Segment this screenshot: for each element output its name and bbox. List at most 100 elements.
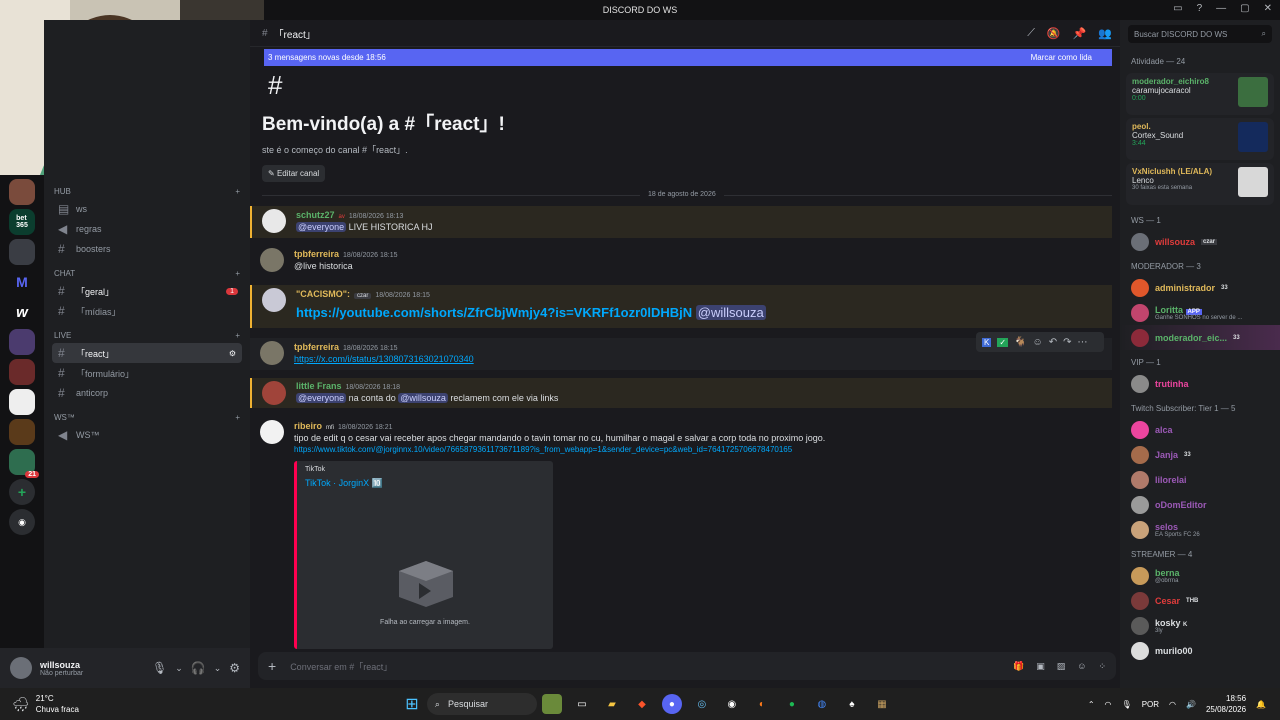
message-link[interactable]: https://youtube.com/shorts/ZfrCbjWmjy4?i… [296,305,692,320]
activity-card[interactable]: VxNiclushh (LE/ALA) Lenco 30 faixas esta… [1126,163,1274,205]
plus-icon[interactable]: + [235,413,240,422]
chevron-down-icon[interactable]: ⌄ [175,663,183,674]
member-item[interactable]: berna @obrrna [1120,563,1280,588]
server-icon[interactable]: 21 [9,449,39,478]
chevron-down-icon[interactable]: ⌄ [214,663,222,674]
clock[interactable]: 18:56 25/08/2026 [1206,693,1246,715]
channel-geral[interactable]: # 「geral」 1 [52,281,242,301]
activity-card[interactable]: moderador_eichiro8 caramujocaracol 0:00 [1126,73,1274,115]
reply-icon[interactable]: ↶ [1049,337,1057,348]
mention[interactable]: @everyone [296,222,347,232]
weather-widget[interactable]: 21°C Chuva fraca [36,693,79,715]
category-live[interactable]: LIVE + [44,327,250,343]
notifications-icon[interactable]: 🔔 [1256,700,1266,709]
brave-icon[interactable]: ◆ [632,694,652,714]
server-icon[interactable] [9,389,35,415]
reaction-k-icon[interactable]: K [982,337,992,347]
member-item[interactable]: Cesar THB [1120,588,1280,613]
plus-icon[interactable]: + [235,187,240,196]
plus-icon[interactable]: + [235,269,240,278]
headphones-icon[interactable]: 🎧 [191,661,206,675]
new-messages-banner[interactable]: 3 mensagens novas desde 18:56 Marcar com… [264,49,1112,66]
server-search[interactable]: Buscar DISCORD DO WS ⌕ [1128,25,1272,43]
server-icon[interactable] [9,239,35,265]
avatar[interactable] [262,209,286,233]
notification-bell-icon[interactable]: 🔕 [1047,27,1061,40]
reaction-animal-icon[interactable]: 🐐 [1014,337,1026,348]
file-explorer-icon[interactable]: ▰ [602,694,622,714]
forward-icon[interactable]: ↷ [1063,337,1071,348]
member-item[interactable]: oDomEditor [1120,492,1280,517]
link-embed[interactable]: TikTok TikTok · JorginX 🔟 Falha ao carre… [294,461,553,649]
channel-ws[interactable]: ▤ ws [52,199,242,219]
close-button[interactable]: ✕ [1264,3,1272,14]
add-reaction-icon[interactable]: ☺ [1033,337,1043,348]
gift-icon[interactable]: 🎁 [1013,661,1024,672]
message-link[interactable]: https://x.com/i/status/13080731630210703… [294,354,474,364]
language-indicator[interactable]: POR [1142,700,1159,709]
sticker-icon[interactable]: ▨ [1057,661,1066,672]
server-icon[interactable]: M [9,269,35,295]
avatar[interactable] [262,288,286,312]
help-icon[interactable]: ? [1197,3,1203,14]
obs-icon[interactable]: ◉ [722,694,742,714]
embed-title[interactable]: TikTok · JorginX 🔟 [305,478,545,489]
server-icon[interactable] [9,179,35,205]
channel-midias[interactable]: # 「mídias」 [52,301,242,321]
member-item[interactable]: moderador_eic... 33 [1120,325,1280,350]
app-icon[interactable]: ▦ [872,694,892,714]
spotify-icon[interactable]: ● [782,694,802,714]
channel-formulario[interactable]: # 「formulário」 [52,363,242,383]
avatar[interactable] [260,341,284,365]
discord-icon[interactable]: ● [661,694,682,714]
widgets-icon[interactable] [541,694,562,714]
server-icon[interactable] [9,419,35,445]
avatar[interactable] [260,420,284,444]
channel-boosters[interactable]: # boosters [52,239,242,259]
mention[interactable]: @willsouza [398,393,448,403]
channel-wstm[interactable]: ◀ WS™ [52,425,242,445]
member-item[interactable]: administrador 33 [1120,275,1280,300]
plus-icon[interactable]: + [235,331,240,340]
author-name[interactable]: tpbferreira [294,249,339,259]
chevron-up-icon[interactable]: ⌃ [1088,700,1095,709]
reaction-check-icon[interactable]: ✓ [997,337,1009,347]
member-item[interactable]: Loritta APP Ganhe SONHOS no server de ... [1120,300,1280,325]
network-icon[interactable]: ◠ [1105,700,1112,709]
discover-icon[interactable]: ◉ [9,509,35,535]
message[interactable]: "CACISMO": czar 18/08/2026 18:15 https://y… [250,285,1112,328]
task-view-icon[interactable]: ▭ [572,694,592,714]
attach-plus-icon[interactable]: + [268,658,276,674]
maximize-button[interactable]: ▢ [1240,3,1249,14]
category-hub[interactable]: HUB + [44,183,250,199]
message[interactable]: little Frans 18/08/2026 18:18 @everyone n… [250,378,1112,408]
windows-start-icon[interactable]: ⊞ [402,694,422,714]
app-icon[interactable]: ◐ [752,694,772,714]
wifi-icon[interactable]: ◠ [1169,700,1176,709]
microphone-icon[interactable]: 🎙 [152,661,167,675]
message[interactable]: ribeiro mfi 18/08/2026 18:21 tipo de edit … [250,417,1112,461]
server-icon[interactable] [9,329,35,355]
message[interactable]: schutz27 av 18/08/2026 18:13 @everyone LIV… [250,206,1112,238]
server-icon[interactable] [9,359,35,385]
threads-icon[interactable]: ⟋ [1027,27,1035,40]
author-name[interactable]: tpbferreira [294,342,339,352]
member-item[interactable]: alca [1120,417,1280,442]
emoji-icon[interactable]: ☺ [1077,661,1086,671]
more-options-icon[interactable]: ⋯ [1078,337,1088,348]
avatar[interactable] [260,248,284,272]
app-icon[interactable]: ♠ [842,694,862,714]
member-list-icon[interactable]: 👥 [1098,27,1112,40]
author-name[interactable]: ribeiro [294,421,322,431]
member-item[interactable]: trutinha [1120,371,1280,396]
inbox-icon[interactable]: ▭ [1173,3,1182,14]
microphone-icon[interactable]: 🎙 [1122,700,1132,709]
gif-icon[interactable]: ▣ [1036,661,1045,672]
message[interactable]: tpbferreira 18/08/2026 18:15 @live histor… [250,245,1112,277]
mark-as-read-button[interactable]: Marcar como lida [1031,53,1092,62]
avatar[interactable] [262,381,286,405]
message-composer[interactable]: + Conversar em #「react」 🎁 ▣ ▨ ☺ ⁘ [258,652,1116,680]
taskbar-search[interactable]: ⌕ Pesquisar [426,693,537,715]
pin-icon[interactable]: 📌 [1073,27,1087,40]
channel-anticorp[interactable]: # anticorp [52,383,242,403]
